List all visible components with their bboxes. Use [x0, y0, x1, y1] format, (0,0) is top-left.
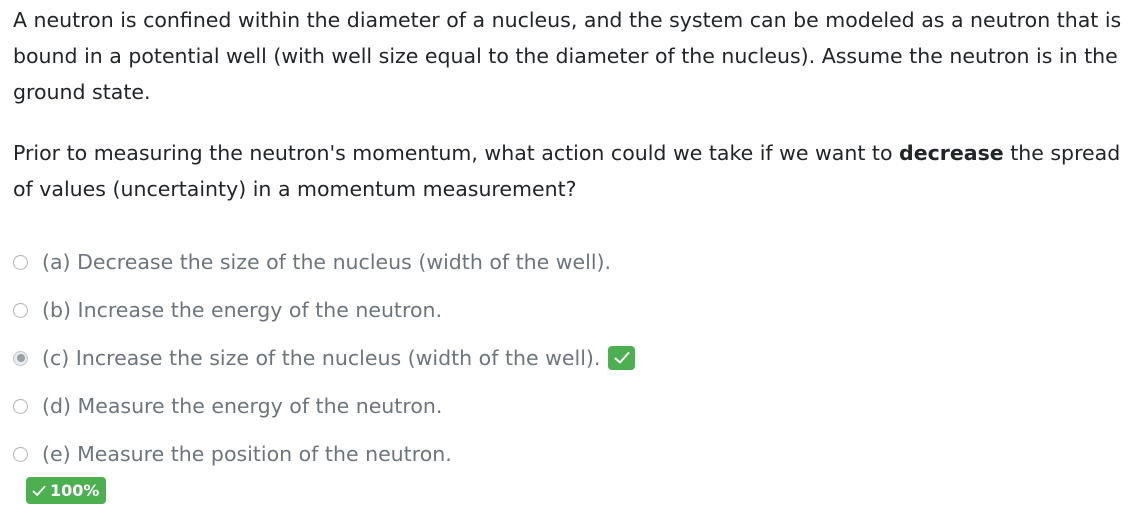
question-prompt-before: Prior to measuring the neutron's momentu… [13, 141, 900, 165]
check-icon [32, 485, 46, 496]
radio-button[interactable] [13, 302, 28, 318]
option-e[interactable]: (e) Measure the position of the neutron. [13, 430, 635, 478]
answer-options: (a) Decrease the size of the nucleus (wi… [13, 238, 636, 478]
option-b[interactable]: (b) Increase the energy of the neutron. [13, 286, 635, 334]
option-a[interactable]: (a) Decrease the size of the nucleus (wi… [13, 238, 635, 286]
option-label: (b) Increase the energy of the neutron. [42, 298, 443, 322]
option-c[interactable]: (c) Increase the size of the nucleus (wi… [13, 334, 636, 382]
option-label: (e) Measure the position of the neutron. [42, 442, 452, 466]
option-label: (c) Increase the size of the nucleus (wi… [42, 346, 601, 370]
score-label: 100% [50, 481, 100, 500]
radio-button[interactable] [13, 446, 28, 462]
question-intro: A neutron is confined within the diamete… [13, 8, 1122, 104]
radio-button-selected[interactable] [13, 350, 28, 366]
score-badge: 100% [26, 477, 107, 504]
correct-check-icon [608, 346, 636, 370]
radio-button[interactable] [13, 254, 28, 270]
option-label: (a) Decrease the size of the nucleus (wi… [42, 250, 612, 274]
question-prompt-emphasis: decrease [899, 141, 1004, 165]
radio-button[interactable] [13, 398, 28, 414]
question-prompt: Prior to measuring the neutron's momentu… [13, 135, 1128, 207]
option-label: (d) Measure the energy of the neutron. [42, 394, 443, 418]
option-d[interactable]: (d) Measure the energy of the neutron. [13, 382, 635, 430]
